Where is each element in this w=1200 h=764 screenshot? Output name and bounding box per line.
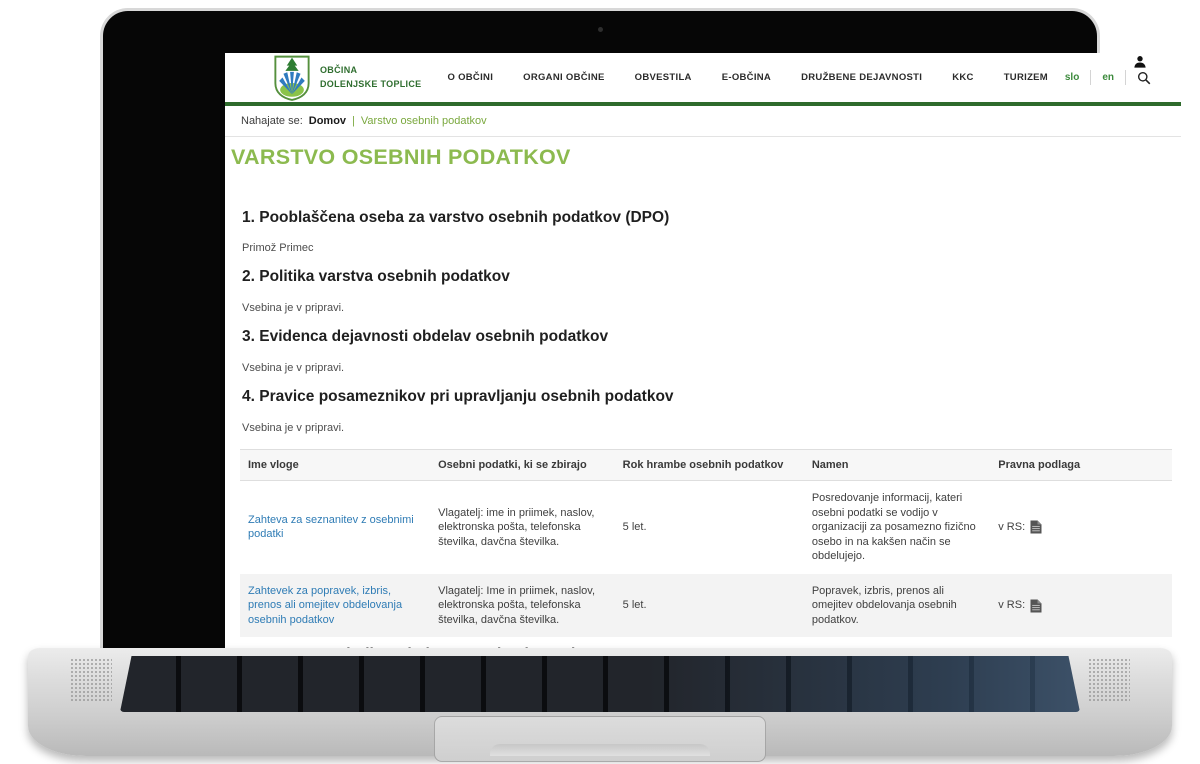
breadcrumb-current-link[interactable]: Varstvo osebnih podatkov: [361, 115, 487, 127]
lang-en-link[interactable]: en: [1102, 72, 1114, 83]
form-link-seznanitev[interactable]: Zahteva za seznanitev z osebnimi podatki: [248, 514, 414, 541]
section-3-heading: 3. Evidenca dejavnosti obdelav osebnih p…: [242, 328, 609, 346]
lang-slo-link[interactable]: slo: [1065, 72, 1079, 83]
nav-item-obvestila[interactable]: OBVESTILA: [635, 72, 692, 83]
webcam-dot: [598, 27, 603, 32]
table-row: Zahteva za seznanitev z osebnimi podatki…: [240, 481, 1172, 574]
user-icon[interactable]: [1133, 55, 1147, 68]
site-header: OBČINA DOLENJSKE TOPLICE O OBČINI ORGANI…: [225, 53, 1181, 106]
laptop-lid: OBČINA DOLENJSKE TOPLICE O OBČINI ORGANI…: [100, 8, 1181, 649]
cell-retention: 5 let.: [622, 521, 647, 534]
section-1-body: Primož Primec: [242, 242, 314, 255]
speaker-grille-right: [1088, 658, 1130, 702]
nav-item-organi-obcine[interactable]: ORGANI OBČINE: [523, 72, 605, 83]
cell-purpose: Posredovanje informacij, kateri osebni p…: [811, 492, 976, 563]
cell-legal-basis: v RS:: [990, 588, 1172, 623]
nav-item-druzbene-dejavnosti[interactable]: DRUŽBENE DEJAVNOSTI: [801, 72, 922, 83]
form-link-popravek[interactable]: Zahtevek za popravek, izbris, prenos ali…: [248, 585, 402, 626]
breadcrumb: Nahajate se: Domov | Varstvo osebnih pod…: [225, 106, 1181, 137]
document-icon[interactable]: [1030, 520, 1042, 534]
personal-data-requests-table: Ime vloge Osebni podatki, ki se zbirajo …: [240, 448, 1172, 638]
section-3-body: Vsebina je v pripravi.: [242, 361, 345, 374]
logo-text: OBČINA DOLENJSKE TOPLICE: [320, 65, 422, 89]
document-icon[interactable]: [1030, 599, 1042, 613]
legal-basis-label: v RS:: [998, 599, 1026, 612]
laptop-mockup: OBČINA DOLENJSKE TOPLICE O OBČINI ORGANI…: [0, 0, 1200, 764]
nav-item-o-obcini[interactable]: O OBČINI: [447, 72, 493, 83]
col-header-rok-hrambe: Rok hrambe osebnih podatkov: [622, 458, 784, 471]
table-header-row: Ime vloge Osebni podatki, ki se zbirajo …: [240, 448, 1172, 482]
page-title: VARSTVO OSEBNIH PODATKOV: [231, 145, 571, 169]
section-4-body: Vsebina je v pripravi.: [242, 421, 345, 434]
col-header-ime-vloge: Ime vloge: [248, 458, 299, 471]
cell-data-collected: Vlagatelj: Ime in priimek, naslov, elekt…: [438, 584, 596, 626]
municipality-logo[interactable]: OBČINA DOLENJSKE TOPLICE: [273, 55, 421, 101]
cell-data-collected: Vlagatelj: ime in priimek, naslov, elekt…: [438, 506, 595, 548]
section-4-heading: 4. Pravice posameznikov pri upravljanju …: [242, 387, 674, 405]
cell-legal-basis: v RS:: [990, 510, 1172, 545]
laptop-base: [28, 648, 1172, 762]
breadcrumb-home-link[interactable]: Domov: [309, 115, 346, 127]
laptop-keyboard: [120, 656, 1080, 712]
section-1-heading: 1. Pooblaščena oseba za varstvo osebnih …: [242, 208, 670, 226]
section-2-heading: 2. Politika varstva osebnih podatkov: [242, 268, 510, 286]
col-header-osebni-podatki: Osebni podatki, ki se zbirajo: [438, 458, 587, 471]
nav-item-kkc[interactable]: KKC: [952, 72, 973, 83]
cell-purpose: Popravek, izbris, prenos ali omejitev ob…: [811, 584, 957, 626]
user-account-area: [1133, 55, 1147, 73]
browser-screen: OBČINA DOLENJSKE TOPLICE O OBČINI ORGANI…: [225, 53, 1181, 649]
breadcrumb-separator: |: [352, 115, 355, 127]
main-content: VARSTVO OSEBNIH PODATKOV 1. Pooblaščena …: [225, 146, 1181, 649]
col-header-namen: Namen: [811, 458, 849, 471]
lid-opening-notch: [490, 744, 710, 756]
legal-basis-label: v RS:: [998, 521, 1026, 534]
separator: [1090, 70, 1092, 85]
nav-item-e-obcina[interactable]: E-OBČINA: [722, 72, 771, 83]
col-header-pravna-podlaga: Pravna podlaga: [998, 458, 1081, 471]
speaker-grille-left: [70, 658, 112, 702]
table-row: Zahtevek za popravek, izbris, prenos ali…: [240, 573, 1172, 638]
main-navigation: O OBČINI ORGANI OBČINE OBVESTILA E-OBČIN…: [447, 72, 1048, 83]
breadcrumb-prefix: Nahajate se:: [241, 115, 303, 127]
separator: [1125, 70, 1126, 85]
cell-retention: 5 let.: [622, 599, 647, 612]
coat-of-arms-icon: [274, 55, 310, 101]
section-2-body: Vsebina je v pripravi.: [242, 301, 345, 314]
nav-item-turizem[interactable]: TURIZEM: [1004, 72, 1048, 83]
